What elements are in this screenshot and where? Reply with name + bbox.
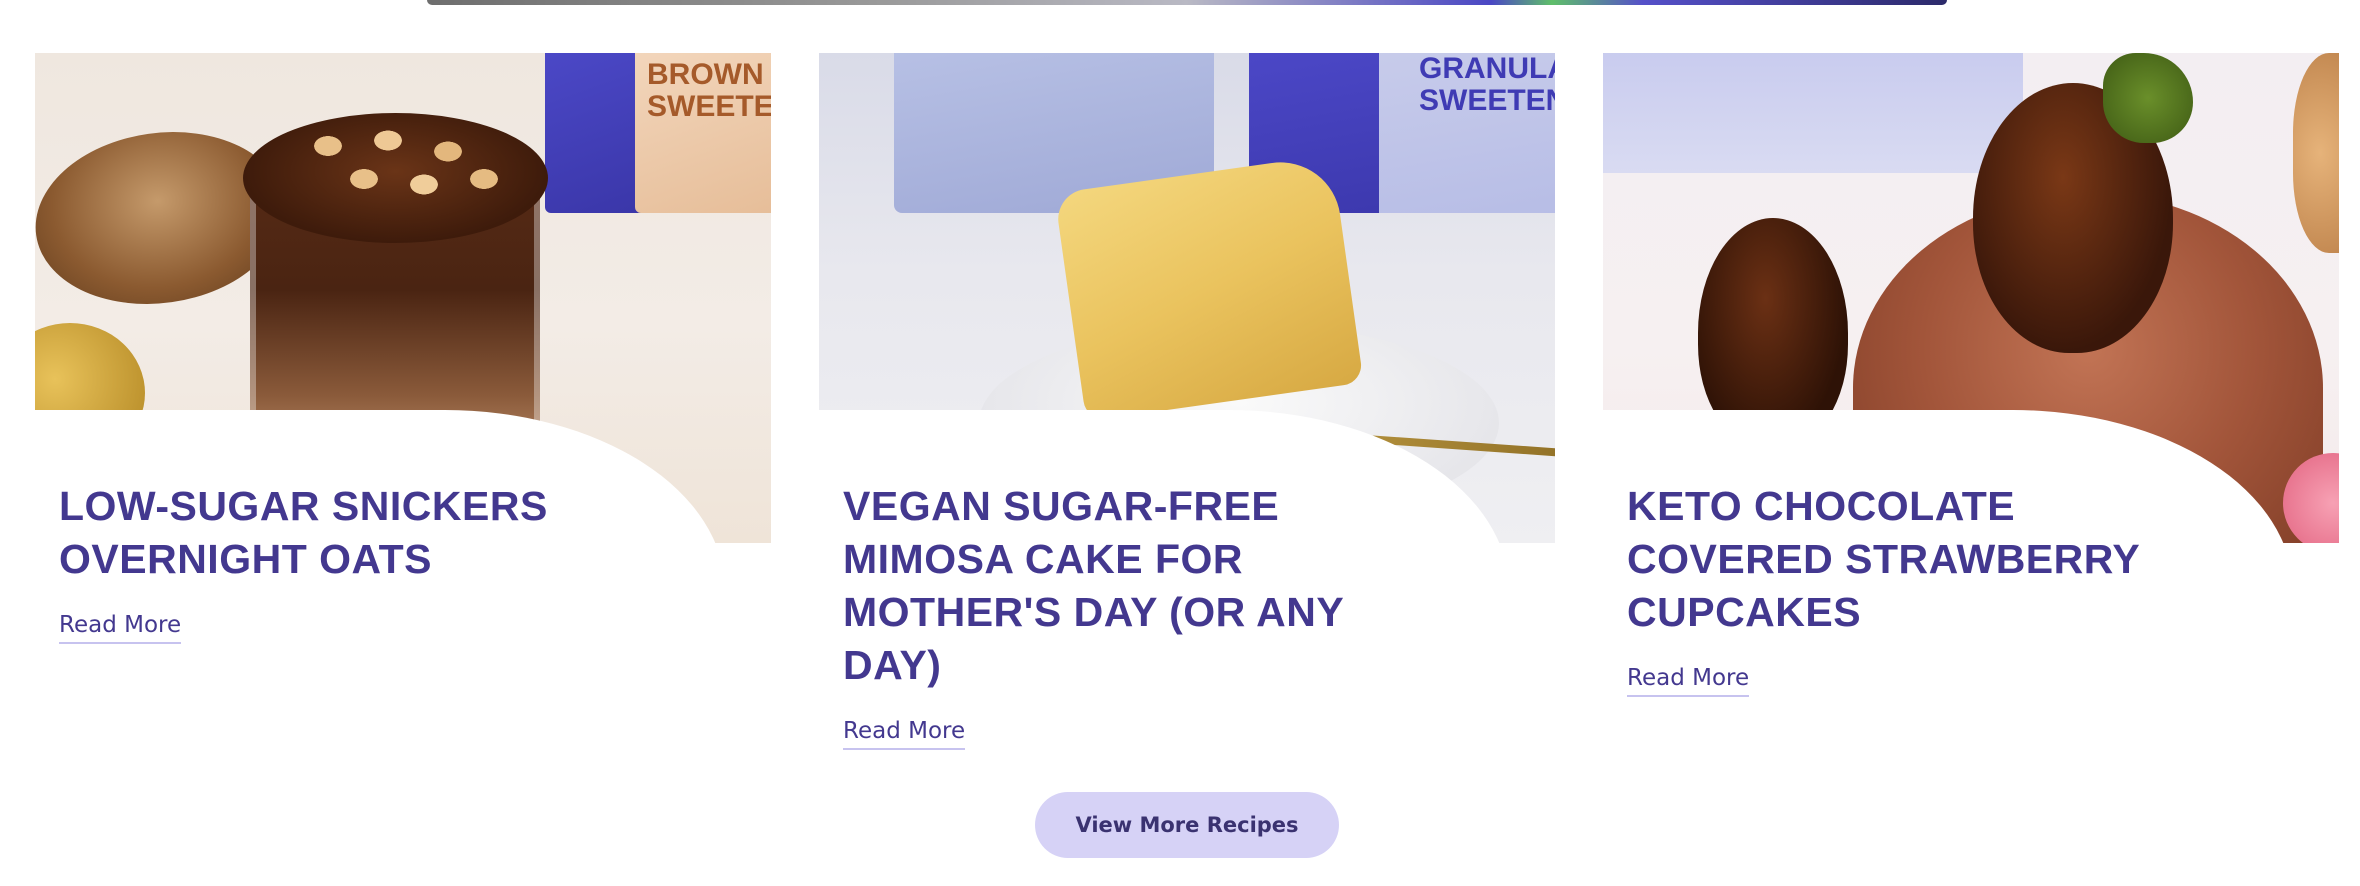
recipe-card: GRANULAR SWEETENER Vegan Sugar-Free Mimo… xyxy=(819,53,1555,750)
bag-label: GRANULAR SWEETENER xyxy=(1419,53,1555,117)
recipes-section: BROWN SWEETENER Low-Sugar Snickers Overn… xyxy=(0,0,2360,886)
view-more-recipes-button[interactable]: View More Recipes xyxy=(1035,792,1339,858)
read-more-link[interactable]: Read More xyxy=(1627,663,1750,697)
recipe-card: BROWN SWEETENER Low-Sugar Snickers Overn… xyxy=(35,53,771,644)
muffin-shape xyxy=(2293,53,2339,253)
strawberry-leaf-shape xyxy=(2103,53,2193,143)
recipe-title[interactable]: Keto Chocolate Covered Strawberry Cupcak… xyxy=(1627,480,2219,639)
cake-slice-shape xyxy=(1054,154,1364,422)
peanuts-shape xyxy=(280,113,520,223)
recipe-card-content: Keto Chocolate Covered Strawberry Cupcak… xyxy=(1603,480,2339,697)
bag-label: BROWN SWEETENER xyxy=(647,58,771,123)
recipe-card-content: Low-Sugar Snickers Overnight Oats Read M… xyxy=(35,480,771,644)
recipe-title[interactable]: Vegan Sugar-Free Mimosa Cake for Mother'… xyxy=(843,480,1435,692)
read-more-link[interactable]: Read More xyxy=(59,610,182,644)
recipe-title[interactable]: Low-Sugar Snickers Overnight Oats xyxy=(59,480,651,586)
top-banner-image-edge xyxy=(427,0,1947,5)
recipe-image-link[interactable] xyxy=(1603,53,2339,543)
recipe-image-link[interactable]: GRANULAR SWEETENER xyxy=(819,53,1555,543)
recipe-card-content: Vegan Sugar-Free Mimosa Cake for Mother'… xyxy=(819,480,1555,750)
sweetener-bag-shape xyxy=(1603,53,2023,173)
read-more-link[interactable]: Read More xyxy=(843,716,966,750)
recipe-card: Keto Chocolate Covered Strawberry Cupcak… xyxy=(1603,53,2339,697)
recipe-image-link[interactable]: BROWN SWEETENER xyxy=(35,53,771,543)
